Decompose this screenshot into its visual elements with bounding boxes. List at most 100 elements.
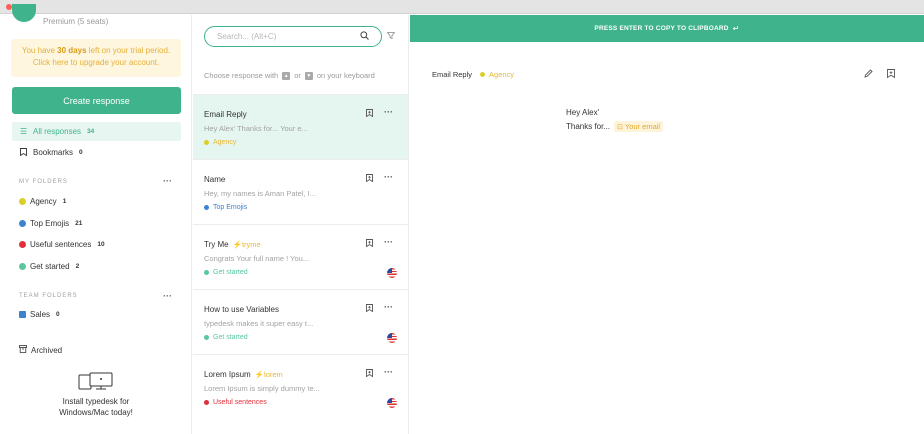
folder-color-dot [19,220,26,227]
response-item-try-me[interactable]: Try Me ⚡tryme ··· Congrats Your full nam… [193,224,408,289]
search-icon[interactable] [360,31,369,42]
more-options-button[interactable]: ··· [384,107,393,117]
response-item-name[interactable]: Name ··· Hey, my names is Aman Patel, I.… [193,159,408,224]
response-title: Name [204,175,226,184]
sidebar-item-bookmarks[interactable]: Bookmarks 0 [12,143,181,162]
more-options-button[interactable]: ··· [384,172,393,182]
variable-chip[interactable]: ⊡ Your email [614,121,664,132]
bookmark-icon[interactable] [366,109,373,119]
folder-count: 10 [97,241,105,248]
folder-label: Useful sentences [213,399,267,406]
bookmark-icon [20,147,30,158]
folder-color-dot [204,270,209,275]
sidebar-item-count: 34 [87,128,95,135]
response-folder: Top Emojis [204,204,247,211]
response-item-email-reply[interactable]: Email Reply ··· Hey Alex' Thanks for... … [193,94,408,159]
archive-icon [19,345,27,355]
edit-icon[interactable] [864,69,873,80]
folder-sales[interactable]: Sales 0 [19,310,60,319]
shortcut-tag: ⚡tryme [233,240,261,249]
bookmark-icon[interactable] [366,369,373,379]
folder-count: 1 [62,198,67,205]
response-folder: Agency [204,139,236,146]
sidebar-item-archived[interactable]: Archived [19,345,62,355]
more-options-button[interactable]: ··· [384,302,393,312]
sidebar: Premium (5 seats) You have 30 days left … [0,4,192,434]
create-response-button[interactable]: Create response [12,87,181,114]
response-title-row: Lorem Ipsum ⚡lorem [204,370,283,379]
sidebar-item-count: 0 [79,149,83,156]
folder-useful-sentences[interactable]: Useful sentences 10 [19,240,105,249]
folder-label: Top Emojis [213,204,248,211]
response-preview: Congrats Your full name ! You... [204,254,310,263]
bookmark-icon[interactable] [366,174,373,184]
us-flag-icon [387,268,397,278]
response-preview: Lorem Ipsum is simply dummy te... [204,384,320,393]
response-preview: Hey Alex' Thanks for... Your e... [204,124,308,133]
shortcut-label: tryme [241,240,261,249]
lightning-icon: ⚡ [232,240,242,249]
detail-title: Email Reply [432,70,473,79]
response-folder: Useful sentences [204,399,267,406]
folder-color-dot [19,263,26,270]
lightning-icon: ⚡ [254,370,265,379]
bookmark-icon[interactable] [366,304,373,314]
install-line-2: Windows/Mac today! [59,408,133,417]
folder-label: Top Emojis [30,219,70,228]
folder-color-dot [480,72,486,77]
folder-color-dot [204,400,209,405]
folder-label: Agency [30,197,57,206]
folder-label: Sales [30,310,51,319]
folder-color-dot [204,140,209,145]
folder-label: Agency [213,139,237,146]
team-folders-more-button[interactable]: ··· [163,291,172,301]
bookmark-icon[interactable] [366,239,373,249]
filter-icon[interactable] [386,32,396,41]
response-preview: typedesk makes it super easy t... [204,319,314,328]
folder-color-dot [19,198,26,205]
install-promo[interactable]: Install typedesk for Windows/Mac today! [0,372,192,418]
copy-bar-label: PRESS ENTER TO COPY TO CLIPBOARD [594,25,729,32]
bookmark-icon[interactable] [887,69,895,80]
us-flag-icon [387,398,397,408]
response-title-row: How to use Variables [204,305,279,314]
folder-label: Useful sentences [30,240,92,249]
folder-agency[interactable]: Agency 1 [19,197,66,206]
response-folder: Get started [204,269,248,276]
search-input[interactable] [204,26,382,47]
response-item-lorem-ipsum[interactable]: Lorem Ipsum ⚡lorem ··· Lorem Ipsum is si… [193,354,408,419]
response-folder: Get started [204,334,248,341]
response-detail: PRESS ENTER TO COPY TO CLIPBOARD ↵ Email… [410,15,924,434]
detail-folder-label: Agency [489,70,515,79]
team-folders-heading: TEAM FOLDERS [19,293,78,299]
trial-banner[interactable]: You have 30 days left on your trial peri… [11,39,181,77]
more-options-button[interactable]: ··· [384,237,393,247]
my-folders-more-button[interactable]: ··· [163,176,172,186]
response-item-how-to-use-variables[interactable]: How to use Variables ··· typedesk makes … [193,289,408,354]
response-title: Email Reply [204,110,247,119]
folder-color-dot [204,205,209,210]
sidebar-item-all-responses[interactable]: ☰ All responses 34 [12,122,181,141]
folder-count: 0 [56,311,60,318]
hint-prefix: Choose response with [204,71,279,80]
response-body-line-2: Thanks for... ⊡ Your email [566,121,664,132]
trial-suffix: left on your trial period. [86,46,171,55]
list-icon: ☰ [20,127,28,136]
trial-days: 30 days [57,46,87,55]
enter-key-icon: ↵ [732,24,740,33]
folder-color-square [19,311,26,318]
plan-label: Premium (5 seats) [43,17,109,26]
hint-suffix: on your keyboard [316,71,375,80]
copy-to-clipboard-bar[interactable]: PRESS ENTER TO COPY TO CLIPBOARD ↵ [410,15,924,42]
more-options-button[interactable]: ··· [384,367,393,377]
folder-get-started[interactable]: Get started 2 [19,262,79,271]
shortcut-label: lorem [264,370,283,379]
my-folders-heading: MY FOLDERS [19,179,68,185]
arrow-down-key-icon: ▼ [304,71,313,80]
folder-top-emojis[interactable]: Top Emojis 21 [19,219,82,228]
response-title-row: Try Me ⚡tryme [204,240,261,249]
sidebar-item-label: All responses [33,127,82,136]
detail-header: Email Reply Agency [432,70,514,79]
response-title: Try Me [204,240,229,249]
upgrade-link[interactable]: Click here to upgrade your account. [33,58,159,67]
